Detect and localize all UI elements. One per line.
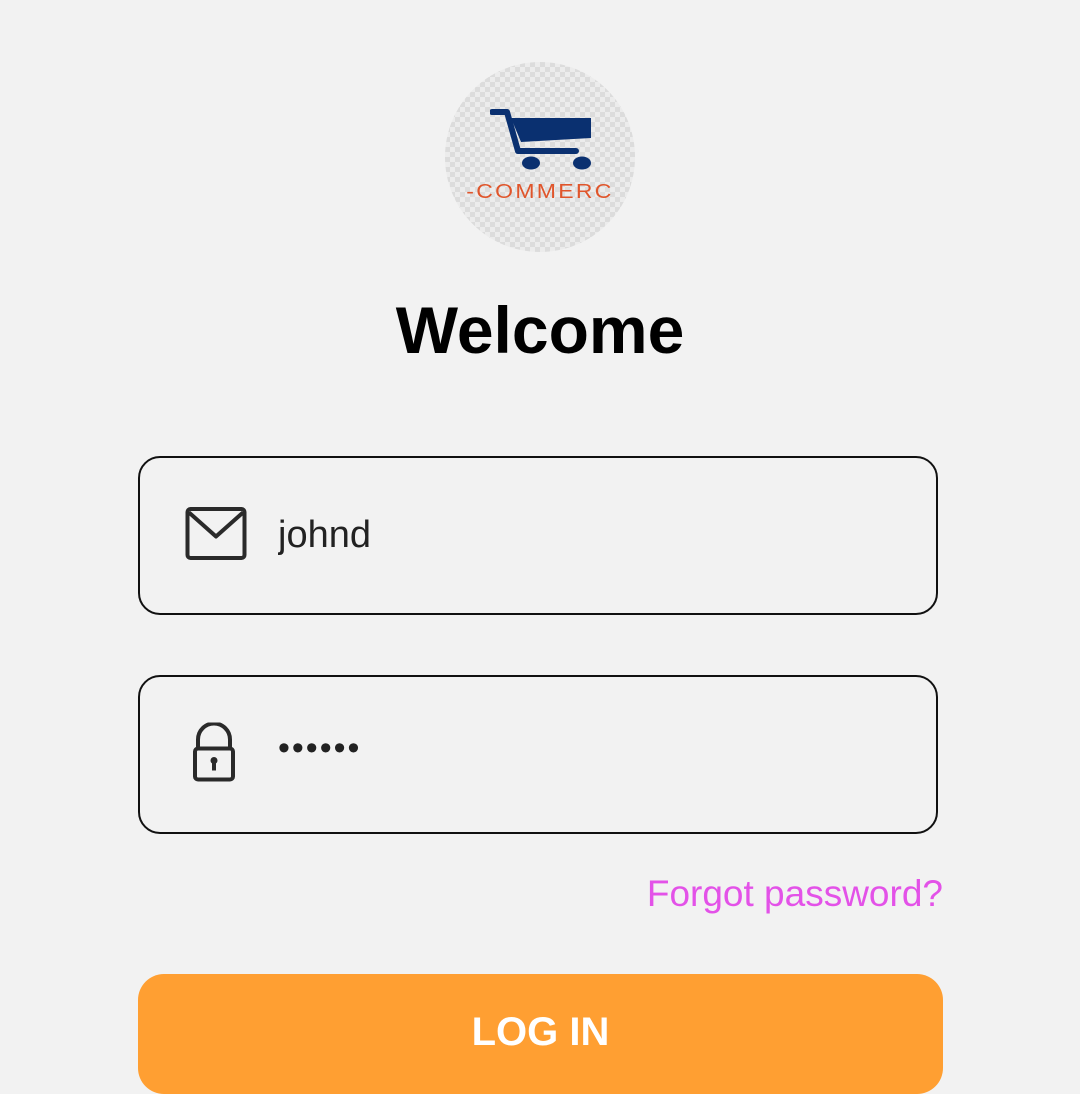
- email-input[interactable]: [278, 458, 898, 613]
- email-field[interactable]: [138, 456, 938, 615]
- logo-text: -COMMERC: [466, 181, 614, 203]
- password-input[interactable]: [278, 671, 898, 826]
- login-button[interactable]: LOG IN: [138, 974, 943, 1094]
- password-field[interactable]: [138, 671, 938, 834]
- forgot-password-link[interactable]: Forgot password?: [647, 872, 943, 916]
- shopping-cart-icon: [490, 109, 591, 170]
- mail-icon: [185, 506, 247, 565]
- login-button-label: LOG IN: [471, 1010, 610, 1054]
- lock-icon: [185, 721, 247, 787]
- welcome-title: Welcome: [395, 293, 685, 367]
- app-logo: -COMMERC: [445, 62, 635, 252]
